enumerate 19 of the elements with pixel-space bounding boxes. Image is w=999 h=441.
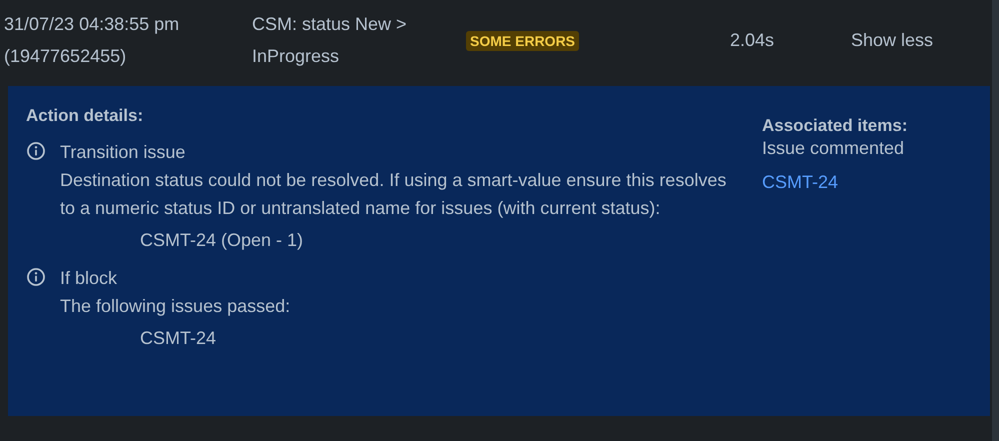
show-less-link[interactable]: Show less [851,26,934,54]
action-name: If block [60,267,118,290]
action-message: Destination status could not be resolved. If using a smart-value ensure this resolves to a numeric status ID or untranslated name for issues (with current status): [60,169,728,220]
issue-key: CSMT-24 (Open - 1) [60,226,728,254]
run-date: 31/07/23 04:38:55 pm [4,13,180,35]
associated-type: Issue commented [762,137,906,160]
status-lozenge: SOME ERRORS [466,30,580,50]
info-icon [26,141,46,161]
section-title: Action details: [26,105,144,127]
action-message: The following issues passed: [60,295,292,318]
rule-name: CSM: status New > [252,13,408,35]
issue-link[interactable]: CSMT-24 [762,170,908,194]
section-title: Associated items: [762,116,908,136]
info-icon [26,267,46,287]
duration: 2.04s [730,28,776,52]
rule-name: InProgress [252,45,340,67]
issue-key: CSMT-24 [60,324,728,352]
run-id: (19477652455) [4,45,128,67]
action-name: Transition issue [60,141,186,164]
